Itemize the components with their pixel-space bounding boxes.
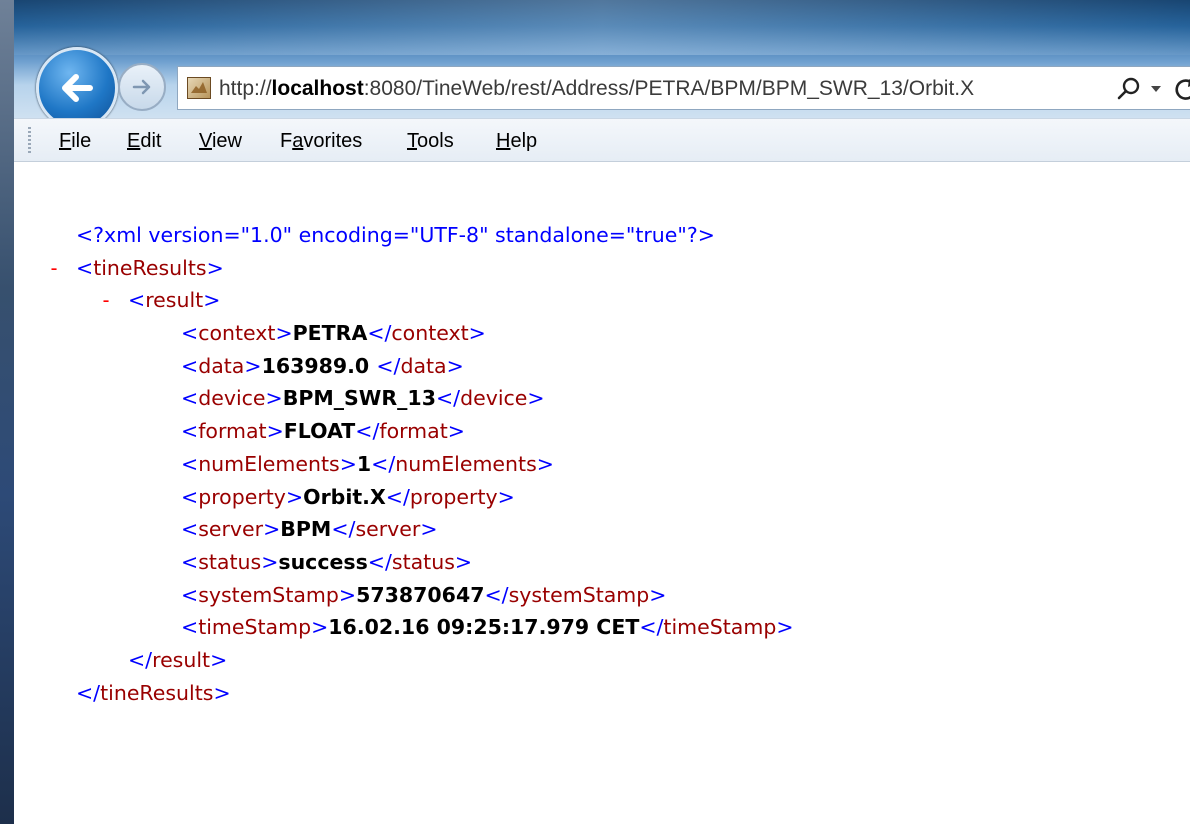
toolbar-grip bbox=[28, 127, 31, 153]
xml-field-value: success bbox=[278, 549, 368, 574]
menu-favorites[interactable]: Favorites bbox=[280, 128, 362, 154]
xml-fields: <context>PETRA</context> <data>163989.0 <… bbox=[14, 317, 1190, 644]
xml-field-line: <context>PETRA</context> bbox=[181, 321, 486, 346]
page-favicon-icon bbox=[187, 77, 211, 99]
xml-tree: <?xml version="1.0" encoding="UTF-8" sta… bbox=[14, 219, 1190, 709]
back-arrow-icon bbox=[62, 74, 93, 102]
window-frame bbox=[0, 0, 14, 824]
forward-button[interactable] bbox=[118, 63, 166, 111]
xml-field-tag: systemStamp bbox=[198, 582, 339, 607]
xml-field-close-tag: timeStamp bbox=[663, 615, 777, 640]
xml-field-value: 16.02.16 09:25:17.979 CET bbox=[328, 615, 640, 640]
xml-field-value: 1 bbox=[356, 451, 372, 476]
xml-field-close-tag: context bbox=[391, 321, 469, 346]
browser-toolbar: http://localhost:8080/TineWeb/rest/Addre… bbox=[14, 0, 1190, 129]
xml-field-tag: numElements bbox=[198, 451, 340, 476]
url-path: :8080/TineWeb/rest/Address/PETRA/BPM/BPM… bbox=[363, 77, 975, 100]
xml-field-close-tag: data bbox=[400, 353, 447, 378]
xml-declaration: <?xml version="1.0" encoding="UTF-8" sta… bbox=[76, 223, 715, 247]
address-url[interactable]: http://localhost:8080/TineWeb/rest/Addre… bbox=[219, 74, 974, 104]
xml-root-open-line: - <tineResults> bbox=[14, 252, 1190, 285]
forward-arrow-icon bbox=[132, 79, 151, 95]
xml-result-close-line: </result> bbox=[128, 647, 228, 672]
xml-field-value: BPM bbox=[280, 517, 332, 542]
xml-result-open-line: - <result> bbox=[14, 284, 1190, 317]
menu-help[interactable]: Help bbox=[496, 128, 537, 154]
xml-root-tag: tineResults bbox=[93, 255, 207, 280]
menu-view[interactable]: View bbox=[199, 128, 242, 154]
xml-field-value: BPM_SWR_13 bbox=[282, 386, 436, 411]
xml-field-tag: data bbox=[198, 353, 245, 378]
xml-field-close-tag: systemStamp bbox=[508, 582, 650, 607]
chevron-down-icon[interactable] bbox=[1150, 85, 1162, 93]
xml-root-close-line: </tineResults> bbox=[76, 680, 231, 705]
xml-field-close-tag: status bbox=[391, 549, 455, 574]
xml-field-close-tag: device bbox=[460, 386, 528, 411]
xml-field-line: <data>163989.0 </data> bbox=[181, 353, 464, 378]
xml-field-line: <server>BPM</server> bbox=[181, 517, 438, 542]
xml-field-tag: device bbox=[198, 386, 266, 411]
address-bar[interactable]: http://localhost:8080/TineWeb/rest/Addre… bbox=[177, 66, 1190, 110]
xml-field-tag: format bbox=[198, 419, 267, 444]
xml-field-value: Orbit.X bbox=[303, 484, 386, 509]
search-icon[interactable] bbox=[1115, 75, 1143, 103]
xml-field-tag: timeStamp bbox=[198, 615, 312, 640]
refresh-icon[interactable] bbox=[1172, 74, 1190, 104]
xml-field-value: 573870647 bbox=[356, 582, 485, 607]
xml-declaration-line: <?xml version="1.0" encoding="UTF-8" sta… bbox=[14, 219, 1190, 252]
xml-field-line: <property>Orbit.X</property> bbox=[181, 484, 515, 509]
menu-edit[interactable]: Edit bbox=[127, 128, 161, 154]
url-scheme: http:// bbox=[219, 77, 272, 100]
browser-window: http://localhost:8080/TineWeb/rest/Addre… bbox=[0, 0, 1190, 824]
xml-result-tag: result bbox=[145, 288, 204, 313]
xml-field-tag: property bbox=[198, 484, 286, 509]
xml-field-line: <status>success</status> bbox=[181, 549, 473, 574]
menu-tools[interactable]: Tools bbox=[407, 128, 454, 154]
xml-field-value: PETRA bbox=[292, 321, 368, 346]
menu-file[interactable]: File bbox=[59, 128, 91, 154]
back-button[interactable] bbox=[36, 47, 118, 129]
collapse-toggle-result[interactable]: - bbox=[100, 284, 112, 317]
page-content: <?xml version="1.0" encoding="UTF-8" sta… bbox=[14, 162, 1190, 824]
xml-field-value: 163989.0 bbox=[261, 353, 377, 378]
xml-field-tag: server bbox=[198, 517, 264, 542]
xml-field-close-tag: numElements bbox=[395, 451, 537, 476]
xml-field-line: <format>FLOAT</format> bbox=[181, 419, 465, 444]
url-host: localhost bbox=[271, 77, 364, 100]
xml-field-line: <device>BPM_SWR_13</device> bbox=[181, 386, 545, 411]
menu-bar: File Edit View Favorites Tools Help bbox=[14, 118, 1190, 162]
xml-field-value: FLOAT bbox=[283, 419, 356, 444]
xml-field-line: <systemStamp>573870647</systemStamp> bbox=[181, 582, 667, 607]
xml-field-close-tag: format bbox=[379, 419, 448, 444]
xml-field-line: <numElements>1</numElements> bbox=[181, 451, 554, 476]
xml-field-close-tag: server bbox=[355, 517, 421, 542]
xml-field-tag: status bbox=[198, 549, 262, 574]
xml-field-tag: context bbox=[198, 321, 276, 346]
xml-field-line: <timeStamp>16.02.16 09:25:17.979 CET</ti… bbox=[181, 615, 794, 640]
xml-field-close-tag: property bbox=[409, 484, 498, 509]
collapse-toggle-root[interactable]: - bbox=[48, 252, 60, 285]
